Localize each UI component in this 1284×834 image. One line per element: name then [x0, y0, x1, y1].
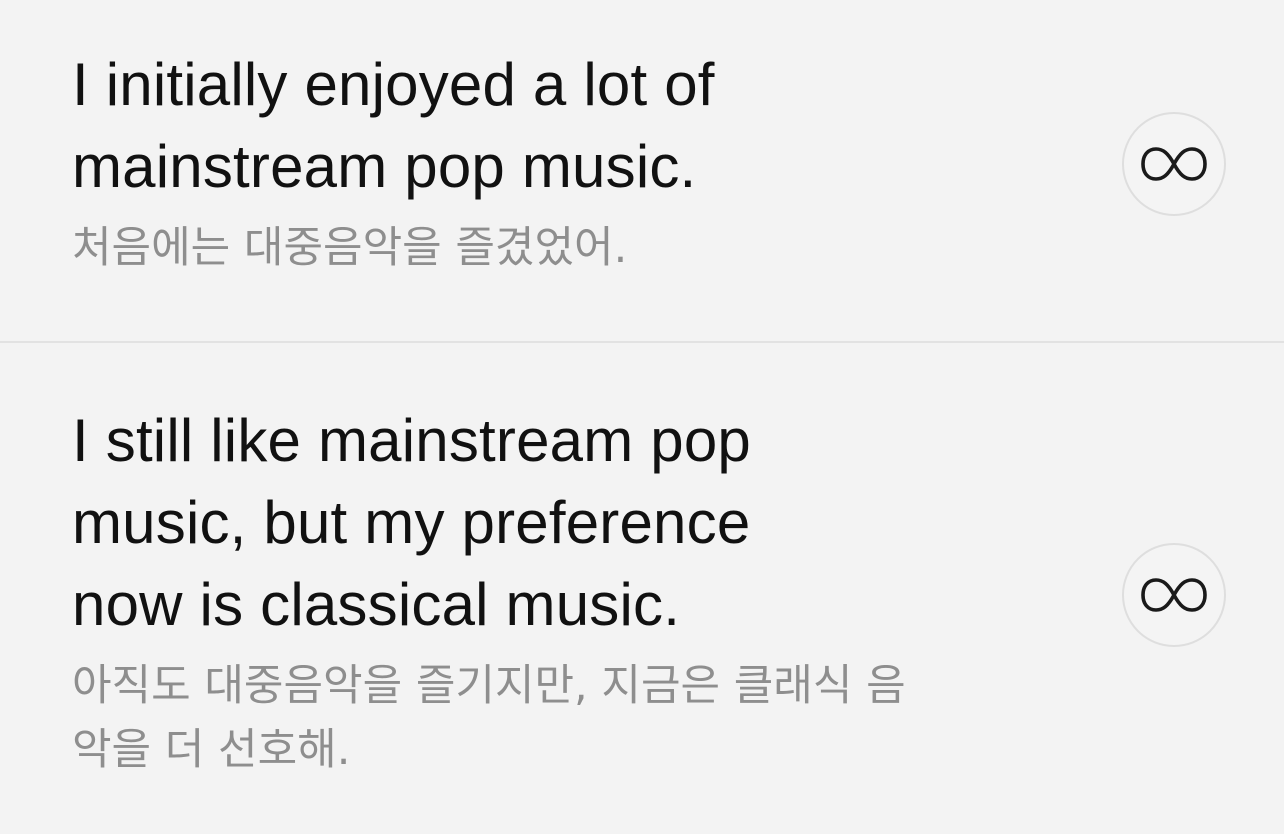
- repeat-button[interactable]: [1122, 543, 1226, 647]
- repeat-button[interactable]: [1122, 112, 1226, 216]
- sentence-list: I initially enjoyed a lot of mainstream …: [0, 0, 1284, 834]
- infinity-icon: [1141, 147, 1207, 181]
- korean-translation: 처음에는 대중음악을 즐겼었어.: [72, 223, 628, 273]
- english-sentence: I still like mainstream pop music, but m…: [72, 407, 751, 638]
- sentence-row[interactable]: I initially enjoyed a lot of mainstream …: [0, 0, 1284, 341]
- infinity-icon: [1141, 578, 1207, 612]
- korean-translation: 아직도 대중음악을 즐기지만, 지금은 클래식 음 악을 더 선호해.: [72, 661, 906, 775]
- sentence-row[interactable]: I still like mainstream pop music, but m…: [0, 343, 1284, 834]
- english-sentence: I initially enjoyed a lot of mainstream …: [72, 51, 715, 200]
